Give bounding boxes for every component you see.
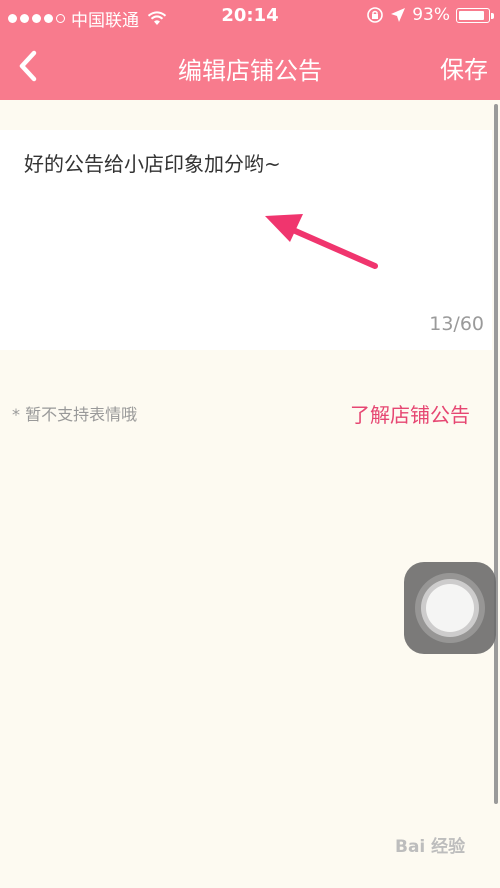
annotation-arrow-icon	[265, 214, 378, 269]
announcement-textarea[interactable]: 好的公告给小店印象加分哟~ 13/60	[0, 130, 492, 350]
location-arrow-icon	[391, 8, 406, 22]
header: 中国联通 20:14 93% 编辑店铺公告 保存	[0, 0, 500, 100]
status-bar: 中国联通 20:14 93%	[0, 0, 500, 34]
learn-announcement-link[interactable]: 了解店铺公告	[350, 399, 470, 428]
page-title: 编辑店铺公告	[178, 57, 322, 85]
nav-bar: 编辑店铺公告 保存	[0, 34, 500, 100]
assistive-touch-button[interactable]	[404, 562, 496, 654]
battery-percent: 93%	[412, 5, 450, 25]
emoji-hint: * 暂不支持表情哦	[12, 405, 138, 424]
rotation-lock-icon	[367, 7, 384, 23]
watermark: Bai 经验	[395, 837, 466, 857]
scrollbar[interactable]	[494, 104, 498, 804]
save-button[interactable]: 保存	[440, 50, 488, 85]
battery-icon	[456, 7, 494, 23]
assistive-touch-icon	[426, 584, 474, 632]
char-counter: 13/60	[429, 313, 484, 335]
announcement-text: 好的公告给小店印象加分哟~	[24, 152, 281, 176]
